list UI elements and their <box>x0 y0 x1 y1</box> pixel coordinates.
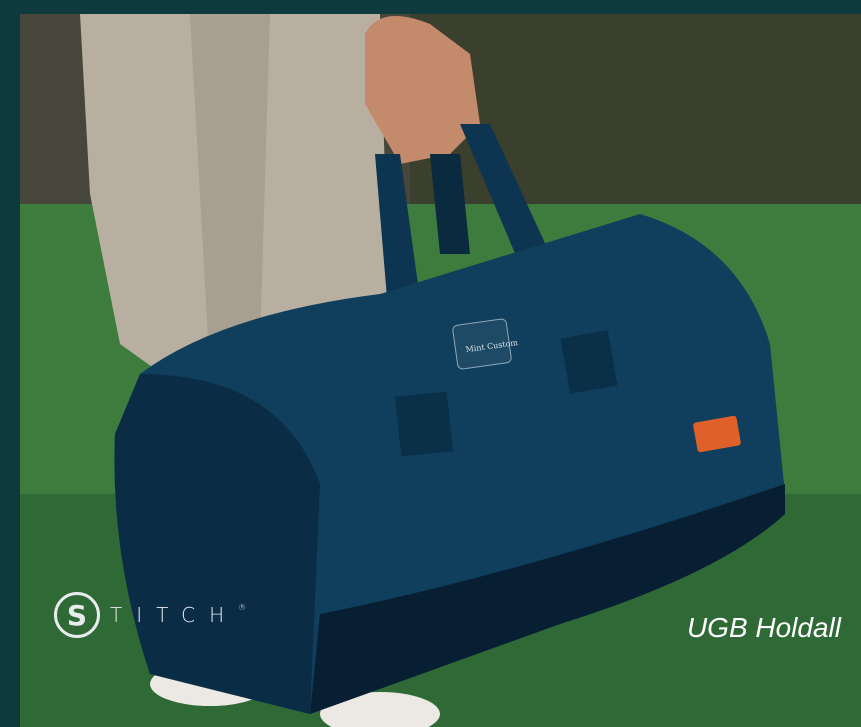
logo-trademark: ® <box>238 603 247 612</box>
stitch-logo: S TITCH® <box>54 592 246 638</box>
handle-tab-left <box>395 391 453 457</box>
logo-wordmark: TITCH® <box>110 603 246 627</box>
page-frame: Mint Custom S TITCH® UGB Holdall <box>0 0 861 727</box>
logo-word: TITCH <box>110 603 239 627</box>
product-caption: UGB Holdall <box>686 612 841 643</box>
logo-mark-icon: S <box>54 592 100 638</box>
handle-tab-right <box>560 330 618 394</box>
